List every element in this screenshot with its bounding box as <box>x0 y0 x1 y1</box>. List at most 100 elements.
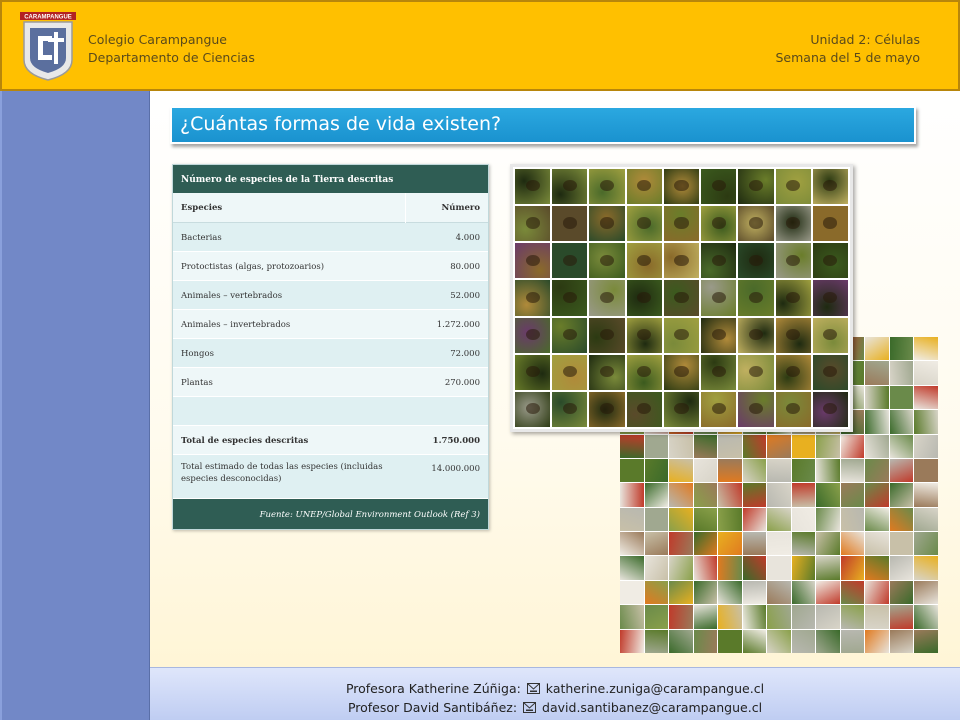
plant-photo-tile <box>644 580 669 605</box>
insect-photo-tile <box>775 243 811 279</box>
plant-photo-tile <box>718 629 742 653</box>
insect-photo-tile <box>552 354 588 390</box>
plant-photo-tile <box>840 556 865 580</box>
insect-photo-tile <box>552 206 588 242</box>
plant-photo-tile <box>718 556 742 580</box>
envelope-icon <box>523 702 537 713</box>
insect-photo-tile <box>515 391 551 427</box>
plant-photo-tile <box>693 605 718 629</box>
insect-photo-tile <box>738 206 774 242</box>
plant-photo-tile <box>669 483 693 507</box>
insect-photo-tile <box>812 354 848 390</box>
plant-photo-tile <box>840 458 865 483</box>
insect-photo-tile <box>552 317 588 353</box>
department-name: Departamento de Ciencias <box>88 50 255 65</box>
plant-photo-tile <box>889 385 914 410</box>
insect-photo-tile <box>701 243 737 279</box>
logo-text: CARAMPANGUE <box>24 15 72 21</box>
species-count: 52.000 <box>450 291 480 301</box>
insect-photo-tile <box>626 391 662 427</box>
plant-photo-tile <box>889 532 914 556</box>
envelope-icon <box>526 683 540 694</box>
plant-photo-tile <box>816 458 840 483</box>
week-label: Semana del 5 de mayo <box>775 50 921 65</box>
plant-photo-tile <box>840 507 865 532</box>
plant-photo-tile <box>865 434 889 458</box>
insect-photo-tile <box>812 206 848 242</box>
plant-photo-tile <box>742 507 767 532</box>
plant-photo-tile <box>914 410 938 434</box>
footer-contact-line-1: Profesora Katherine Zúñiga: katherine.zu… <box>150 679 960 698</box>
insect-photo-tile <box>626 317 662 353</box>
plant-photo-tile <box>889 507 914 532</box>
insect-photo-tile <box>589 280 625 316</box>
plant-photo-tile <box>620 580 644 605</box>
table-row: Animales – vertebrados 52.000 <box>173 281 488 310</box>
teacher-2-email[interactable]: david.santibanez@carampangue.cl <box>542 700 762 715</box>
insect-photo-tile <box>552 280 588 316</box>
species-count: 1.272.000 <box>436 320 480 330</box>
plant-photo-tile <box>718 483 742 507</box>
table-row: Animales – invertebrados 1.272.000 <box>173 310 488 339</box>
plant-photo-tile <box>865 385 889 410</box>
plant-photo-tile <box>693 434 718 458</box>
insect-photo-tile <box>775 280 811 316</box>
plant-photo-tile <box>816 556 840 580</box>
plant-photo-tile <box>718 580 742 605</box>
plant-photo-tile <box>644 507 669 532</box>
insect-photo-tile <box>552 169 588 205</box>
plant-photo-tile <box>669 580 693 605</box>
header-school-info: Colegio Carampangue Departamento de Cien… <box>88 31 255 67</box>
species-name: Bacterias <box>181 233 222 243</box>
insect-photo-tile <box>738 243 774 279</box>
plant-photo-tile <box>889 580 914 605</box>
plant-photo-tile <box>889 434 914 458</box>
plant-photo-tile <box>742 580 767 605</box>
insect-photo-tile <box>515 206 551 242</box>
plant-photo-tile <box>889 361 914 385</box>
insect-photo-tile <box>515 354 551 390</box>
insect-collage-image <box>510 164 853 432</box>
school-logo-icon: CARAMPANGUE <box>20 12 76 81</box>
plant-photo-tile <box>767 532 791 556</box>
plant-photo-tile <box>718 507 742 532</box>
insect-photo-tile <box>663 317 700 353</box>
plant-photo-tile <box>914 507 938 532</box>
plant-photo-tile <box>914 458 938 483</box>
insect-photo-tile <box>775 169 811 205</box>
insect-photo-tile <box>589 243 625 279</box>
teacher-1-name: Profesora Katherine Zúñiga: <box>345 681 521 696</box>
plant-photo-tile <box>865 629 889 653</box>
plant-photo-tile <box>791 532 816 556</box>
footer-bar: Profesora Katherine Zúñiga: katherine.zu… <box>150 667 960 720</box>
table-source: Fuente: UNEP/Global Environment Outlook … <box>173 499 488 529</box>
plant-photo-tile <box>767 629 791 653</box>
plant-photo-tile <box>816 507 840 532</box>
species-table: Número de especies de la Tierra descrita… <box>172 164 489 530</box>
plant-photo-tile <box>914 434 938 458</box>
plant-photo-tile <box>840 483 865 507</box>
insect-photo-tile <box>663 280 700 316</box>
plant-photo-tile <box>791 434 816 458</box>
insect-photo-tile <box>812 169 848 205</box>
plant-photo-tile <box>669 507 693 532</box>
teacher-1-email[interactable]: katherine.zuniga@carampangue.cl <box>546 681 764 696</box>
insect-photo-tile <box>738 391 774 427</box>
plant-photo-tile <box>644 556 669 580</box>
insect-photo-tile <box>701 391 737 427</box>
species-count: 72.000 <box>450 349 480 359</box>
total-label: Total de especies descritas <box>181 436 309 446</box>
plant-photo-tile <box>840 434 865 458</box>
insect-photo-tile <box>515 280 551 316</box>
sidebar <box>0 91 150 720</box>
table-row-empty <box>173 397 488 426</box>
plant-photo-tile <box>767 580 791 605</box>
insect-photo-tile <box>626 206 662 242</box>
species-name: Plantas <box>181 378 213 388</box>
insect-photo-tile <box>701 354 737 390</box>
plant-photo-tile <box>620 629 644 653</box>
plant-photo-tile <box>669 629 693 653</box>
plant-photo-tile <box>693 532 718 556</box>
insect-photo-tile <box>589 354 625 390</box>
plant-photo-tile <box>767 458 791 483</box>
